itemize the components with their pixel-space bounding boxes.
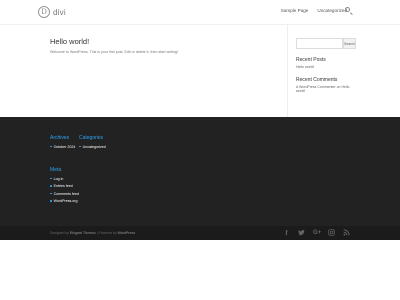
search-button[interactable]: Search: [343, 38, 357, 49]
rss-icon[interactable]: [343, 229, 350, 239]
instagram-icon[interactable]: [328, 229, 335, 239]
footer-categories: Categories Uncategorized: [79, 135, 106, 149]
sidebar: Search Recent Posts Hello world! Recent …: [296, 38, 357, 93]
footer-meta: Meta Log in Entries feed Comments feed W…: [50, 167, 79, 203]
recent-posts-heading: Recent Posts: [296, 57, 326, 63]
main-nav: Sample Page Uncategorized: [281, 8, 347, 13]
footer-bottom-bar: Designed by Elegant Themes | Powered by …: [0, 226, 400, 240]
meta-link-login[interactable]: Log in: [50, 177, 79, 181]
category-link[interactable]: Uncategorized: [79, 145, 106, 149]
credits-wordpress-link[interactable]: WordPress: [117, 231, 135, 235]
footer-archives: Archives October 2024: [50, 135, 75, 149]
google-plus-icon[interactable]: G+: [313, 229, 321, 239]
archives-heading: Archives: [50, 135, 70, 141]
search-icon[interactable]: [345, 7, 350, 12]
meta-link-entries-feed[interactable]: Entries feed: [50, 184, 79, 188]
post-excerpt: Welcome to WordPress. This is your first…: [50, 50, 178, 54]
post-title[interactable]: Hello world!: [50, 37, 280, 46]
main-content: Hello world! Welcome to WordPress. This …: [50, 37, 280, 54]
credits-elegant-link[interactable]: Elegant Themes: [70, 231, 96, 235]
nav-item-sample-page[interactable]: Sample Page: [281, 8, 309, 13]
recent-comments-heading: Recent Comments: [296, 77, 338, 83]
sidebar-search: Search: [296, 38, 357, 49]
recent-comment-link[interactable]: A WordPress Commenter on Hello world!: [296, 85, 350, 93]
sidebar-divider: [287, 24, 288, 117]
recent-post-link[interactable]: Hello world!: [296, 65, 350, 69]
facebook-icon[interactable]: f: [283, 229, 290, 239]
credits-designed-by: Designed by: [50, 231, 69, 235]
footer-credits: Designed by Elegant Themes | Powered by …: [50, 231, 135, 235]
social-icons: f G+: [283, 229, 350, 239]
footer-widgets: Archives October 2024 Categories Uncateg…: [0, 117, 400, 226]
archive-link[interactable]: October 2024: [50, 145, 76, 149]
meta-heading: Meta: [50, 167, 62, 173]
categories-heading: Categories: [79, 135, 104, 141]
twitter-icon[interactable]: [298, 229, 305, 239]
logo-mark: D: [38, 6, 50, 18]
meta-link-comments-feed[interactable]: Comments feed: [50, 192, 79, 196]
search-input[interactable]: [296, 38, 343, 49]
site-header: D divi Sample Page Uncategorized: [0, 0, 400, 24]
logo-text: divi: [53, 7, 66, 17]
meta-link-wordpress-org[interactable]: WordPress.org: [50, 199, 79, 203]
page-background: [0, 240, 400, 300]
nav-item-uncategorized[interactable]: Uncategorized: [317, 8, 347, 13]
credits-powered-by: | Powered by: [96, 231, 117, 235]
site-logo[interactable]: D divi: [38, 4, 66, 20]
